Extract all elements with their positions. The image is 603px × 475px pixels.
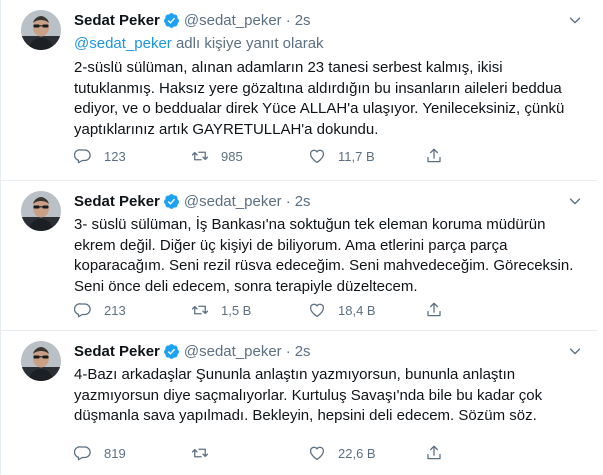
retweet-icon	[191, 301, 209, 319]
verified-badge-icon	[163, 343, 180, 360]
retweet-button[interactable]: 1,5 B	[191, 301, 308, 319]
tweet-text: 4-Bazı arkadaşlar Şununla anlaştın yazmı…	[74, 366, 543, 424]
chevron-down-icon	[566, 192, 584, 210]
author-name[interactable]: Sedat Peker	[74, 12, 160, 29]
share-icon	[425, 301, 443, 319]
retweet-button[interactable]	[191, 444, 308, 462]
tweet[interactable]: Sedat Peker @sedat_peker · 2s 4-Bazı ark…	[1, 331, 597, 475]
avatar[interactable]	[21, 191, 61, 231]
like-count: 18,4 B	[338, 302, 376, 318]
tweet-actions: 213 1,5 B 18,4 B	[74, 301, 455, 319]
tweet-timestamp[interactable]: 2s	[295, 193, 311, 210]
share-icon	[425, 147, 443, 165]
separator-dot: ·	[285, 342, 291, 360]
tweet-actions: 123 985 11,7 B	[74, 147, 455, 165]
avatar[interactable]	[21, 10, 61, 50]
retweet-count: 1,5 B	[221, 302, 252, 318]
separator-dot: ·	[285, 192, 291, 210]
avatar-image	[21, 10, 61, 50]
tweet-header: Sedat Peker @sedat_peker · 2s	[74, 191, 585, 211]
tweet-text: 2-süslü sülüman, alınan adamların 23 tan…	[74, 59, 565, 138]
like-button[interactable]: 22,6 B	[308, 444, 425, 462]
more-options-button[interactable]	[565, 341, 585, 361]
share-button[interactable]	[425, 147, 455, 165]
author-handle[interactable]: @sedat_peker	[184, 12, 282, 29]
tweet-text: 3- süslü sülüman, İş Bankası'na soktuğun…	[74, 216, 574, 295]
reply-button[interactable]: 123	[74, 147, 191, 165]
heart-icon	[308, 301, 326, 319]
tweet-thread: Sedat Peker @sedat_peker · 2s @sedat_pek…	[0, 0, 603, 475]
retweet-icon	[191, 444, 209, 462]
reply-button[interactable]: 819	[74, 444, 191, 462]
retweet-icon	[191, 147, 209, 165]
reply-count: 123	[104, 148, 126, 164]
more-options-button[interactable]	[565, 191, 585, 211]
reply-icon	[74, 444, 92, 462]
reply-context: @sedat_peker adlı kişiye yanıt olarak	[74, 34, 585, 54]
tweet-header: Sedat Peker @sedat_peker · 2s	[74, 10, 585, 30]
avatar-image	[21, 191, 61, 231]
reply-to-label: adlı kişiye yanıt olarak	[171, 35, 324, 52]
like-count: 22,6 B	[338, 445, 376, 461]
reply-count: 213	[104, 302, 126, 318]
tweet-content: Sedat Peker @sedat_peker · 2s @sedat_pek…	[74, 10, 585, 140]
like-count: 11,7 B	[338, 148, 375, 164]
reply-to-link[interactable]: @sedat_peker	[74, 35, 172, 52]
share-button[interactable]	[425, 444, 455, 462]
retweet-button[interactable]: 985	[191, 147, 308, 165]
author-handle[interactable]: @sedat_peker	[184, 343, 282, 360]
reply-count: 819	[104, 445, 126, 461]
share-button[interactable]	[425, 301, 455, 319]
verified-badge-icon	[163, 12, 180, 29]
avatar-image	[21, 341, 61, 381]
tweet-content: Sedat Peker @sedat_peker · 2s 4-Bazı ark…	[74, 341, 585, 427]
heart-icon	[308, 147, 326, 165]
tweet-timestamp[interactable]: 2s	[295, 343, 311, 360]
verified-badge-icon	[163, 193, 180, 210]
tweet[interactable]: Sedat Peker @sedat_peker · 2s @sedat_pek…	[1, 0, 597, 181]
chevron-down-icon	[566, 342, 584, 360]
tweet-content: Sedat Peker @sedat_peker · 2s 3- süslü s…	[74, 191, 585, 297]
tweet[interactable]: Sedat Peker @sedat_peker · 2s 3- süslü s…	[1, 181, 597, 331]
separator-dot: ·	[285, 11, 291, 29]
tweet-timestamp[interactable]: 2s	[295, 12, 311, 29]
like-button[interactable]: 18,4 B	[308, 301, 425, 319]
like-button[interactable]: 11,7 B	[308, 147, 425, 165]
reply-button[interactable]: 213	[74, 301, 191, 319]
more-options-button[interactable]	[565, 10, 585, 30]
author-name[interactable]: Sedat Peker	[74, 343, 160, 360]
reply-icon	[74, 147, 92, 165]
avatar[interactable]	[21, 341, 61, 381]
author-name[interactable]: Sedat Peker	[74, 193, 160, 210]
share-icon	[425, 444, 443, 462]
tweet-header: Sedat Peker @sedat_peker · 2s	[74, 341, 585, 361]
tweet-actions: 819 22,6 B	[74, 444, 455, 462]
retweet-count: 985	[221, 148, 243, 164]
chevron-down-icon	[566, 11, 584, 29]
heart-icon	[308, 444, 326, 462]
author-handle[interactable]: @sedat_peker	[184, 193, 282, 210]
reply-icon	[74, 301, 92, 319]
